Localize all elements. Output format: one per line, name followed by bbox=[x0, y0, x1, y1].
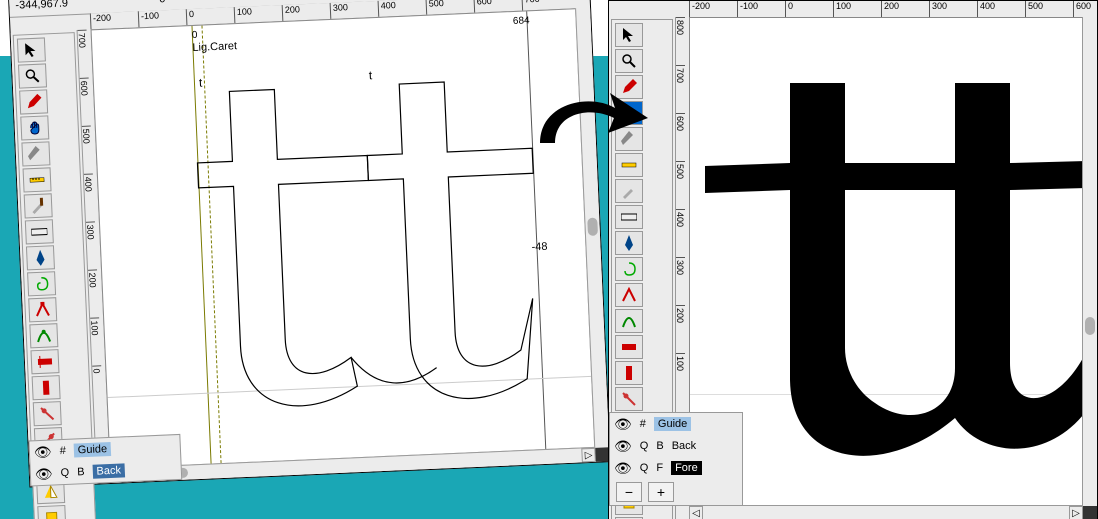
ruler-tick: 300 bbox=[675, 257, 685, 305]
ruler-tick: 800 bbox=[675, 17, 685, 65]
glyph-editor-window-filled: -200 -100 0 100 200 300 400 500 600 800 … bbox=[608, 0, 1098, 519]
resize-corner[interactable] bbox=[1083, 506, 1097, 519]
ruler-tick: -200 bbox=[689, 1, 737, 17]
scrollbar-thumb[interactable] bbox=[587, 218, 598, 236]
eraser-tool[interactable] bbox=[21, 141, 50, 166]
measure-tool[interactable] bbox=[23, 167, 52, 192]
curve-point-tool[interactable] bbox=[30, 349, 59, 374]
ruler-tick: 500 bbox=[1025, 1, 1073, 17]
layer-hash: # bbox=[59, 445, 66, 457]
transition-arrow-icon bbox=[530, 88, 650, 168]
ruler-tick: 600 bbox=[675, 113, 685, 161]
add-layer-button[interactable]: + bbox=[648, 482, 674, 502]
ruler-tick: 400 bbox=[675, 209, 685, 257]
layers-panel: 👁 # Guide 👁 Q B Back bbox=[28, 434, 182, 487]
layer-row-fore[interactable]: 👁 Q F Fore bbox=[610, 457, 742, 479]
pointer-tool[interactable] bbox=[17, 37, 46, 62]
glyph-filled-tt bbox=[705, 48, 1083, 478]
layer-f: F bbox=[656, 462, 663, 474]
visibility-icon[interactable]: 👁 bbox=[35, 465, 54, 483]
ruler-tick: 500 bbox=[675, 161, 685, 209]
tangent-point-tool[interactable] bbox=[615, 309, 643, 333]
pencil-tool[interactable] bbox=[19, 89, 48, 114]
layer-q: Q bbox=[640, 440, 649, 452]
knife-tool[interactable] bbox=[24, 193, 53, 218]
ruler-tick: 600 bbox=[1073, 1, 1098, 17]
glyph-canvas-filled[interactable] bbox=[689, 17, 1083, 506]
hand-tool[interactable] bbox=[20, 115, 49, 140]
ruler-tick: 100 bbox=[675, 353, 685, 401]
ruler-tool[interactable] bbox=[25, 219, 54, 244]
corner-point-tool[interactable] bbox=[615, 283, 643, 307]
scrollbar-thumb[interactable] bbox=[1085, 317, 1095, 335]
layer-name-back: Back bbox=[92, 463, 125, 478]
layer-name-guide: Guide bbox=[654, 417, 691, 431]
layer-add-remove-row: − + bbox=[610, 479, 742, 505]
advance-width-label: 684 bbox=[513, 15, 530, 27]
magnifier-tool[interactable] bbox=[18, 63, 47, 88]
layer-row-guide[interactable]: 👁 # Guide bbox=[610, 413, 742, 435]
spiro-tool[interactable] bbox=[615, 257, 643, 281]
hv-point-tool[interactable] bbox=[615, 361, 643, 385]
scroll-right-button[interactable]: ▷ bbox=[581, 448, 596, 463]
visibility-icon[interactable]: 👁 bbox=[34, 443, 53, 461]
layer-b: B bbox=[77, 466, 85, 478]
ruler-tick: 200 bbox=[881, 1, 929, 17]
pen-tool[interactable] bbox=[615, 231, 643, 255]
spiro-tool[interactable] bbox=[27, 271, 56, 296]
scroll-left-button[interactable]: ◁ bbox=[689, 506, 703, 519]
layer-hash: # bbox=[640, 418, 646, 430]
ruler-tick: 200 bbox=[675, 305, 685, 353]
ruler-tick: 400 bbox=[977, 1, 1025, 17]
scroll-right-button[interactable]: ▷ bbox=[1069, 506, 1083, 519]
glyph-canvas-outline[interactable]: 0 Lig.Caret 684 -48 t t bbox=[91, 8, 596, 469]
add-anchor-tool[interactable] bbox=[615, 387, 643, 411]
glyph-outline-tt bbox=[133, 33, 560, 451]
rotate-tool[interactable] bbox=[37, 505, 66, 519]
layer-b: B bbox=[656, 440, 663, 452]
layers-panel: 👁 # Guide 👁 Q B Back 👁 Q F Fore − + bbox=[609, 412, 743, 506]
ruler-horizontal: -200 -100 0 100 200 300 400 500 600 bbox=[689, 1, 1083, 18]
magnifier-tool[interactable] bbox=[615, 49, 643, 73]
ruler-tick: -100 bbox=[737, 1, 785, 17]
pen-tool[interactable] bbox=[26, 245, 55, 270]
scrollbar-vertical[interactable] bbox=[1082, 17, 1097, 506]
glyph-editor-window-outline: -344,967.9 0 50% Active Layer -200 -100 … bbox=[8, 0, 611, 488]
corner-point-tool[interactable] bbox=[28, 297, 57, 322]
layer-name-fore: Fore bbox=[671, 461, 702, 475]
origin-label: 0 bbox=[192, 30, 198, 41]
add-anchor-tool[interactable] bbox=[33, 401, 62, 426]
ruler-tick: 100 bbox=[833, 1, 881, 17]
tangent-point-tool[interactable] bbox=[29, 323, 58, 348]
visibility-icon[interactable]: 👁 bbox=[614, 438, 632, 455]
layer-name-back: Back bbox=[672, 440, 696, 452]
layer-row-back[interactable]: 👁 Q B Back bbox=[610, 435, 742, 457]
status-public: 0 bbox=[159, 0, 166, 5]
coordinate-readout: -344,967.9 bbox=[15, 0, 68, 12]
ruler-tool[interactable] bbox=[615, 205, 643, 229]
hv-point-tool[interactable] bbox=[32, 375, 61, 400]
ruler-tick: 0 bbox=[785, 1, 833, 17]
knife-tool[interactable] bbox=[615, 179, 643, 203]
layer-q: Q bbox=[640, 462, 649, 474]
ruler-tick: 300 bbox=[929, 1, 977, 17]
visibility-icon[interactable]: 👁 bbox=[614, 416, 632, 433]
visibility-icon[interactable]: 👁 bbox=[614, 460, 632, 477]
scrollbar-horizontal[interactable]: ◁ ▷ bbox=[689, 505, 1083, 519]
ruler-tick: 700 bbox=[675, 65, 685, 113]
pointer-tool[interactable] bbox=[615, 23, 643, 47]
layer-name-guide: Guide bbox=[73, 442, 111, 458]
layer-q: Q bbox=[60, 467, 69, 479]
remove-layer-button[interactable]: − bbox=[616, 482, 642, 502]
curve-point-tool[interactable] bbox=[615, 335, 643, 359]
